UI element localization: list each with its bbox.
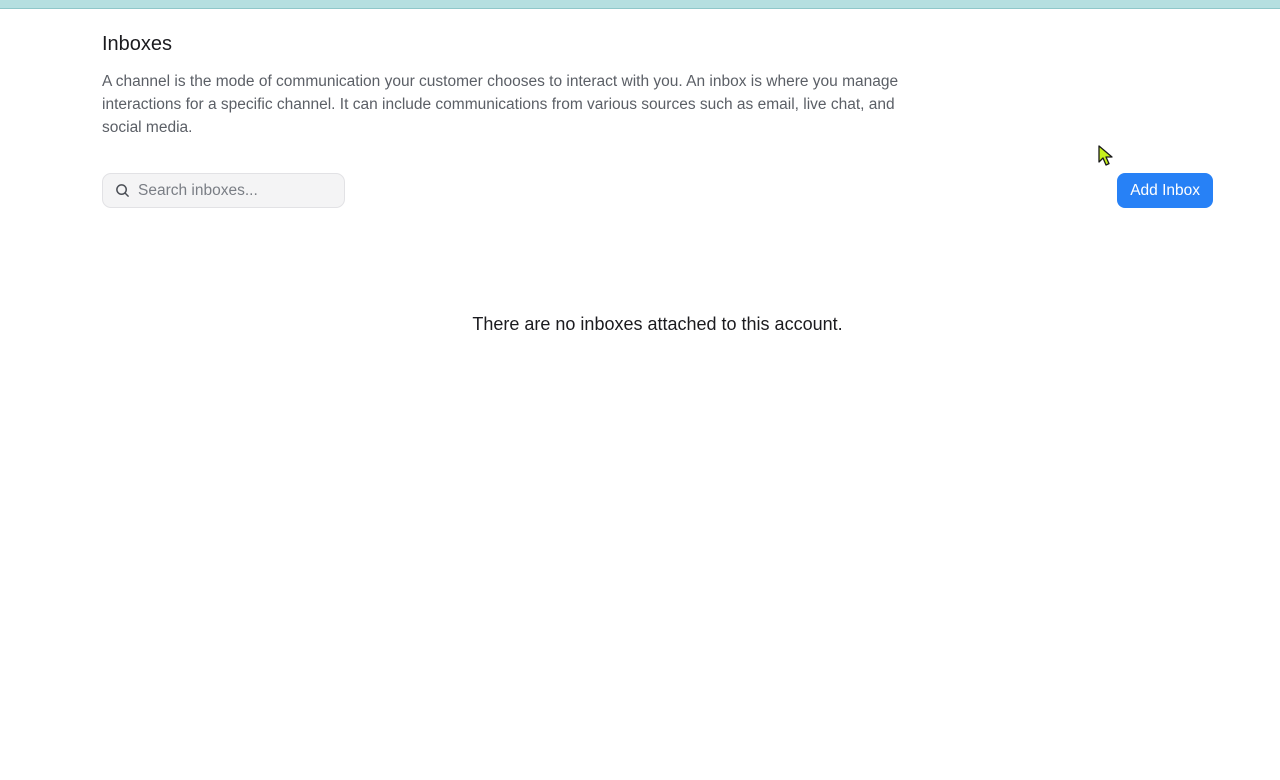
add-inbox-button[interactable]: Add Inbox [1117, 173, 1213, 208]
search-box[interactable] [102, 173, 345, 208]
search-icon [114, 183, 130, 199]
toolbar: Add Inbox [102, 173, 1213, 208]
mouse-cursor-icon [1098, 145, 1114, 167]
page-description: A channel is the mode of communication y… [102, 73, 899, 136]
page-title: Inboxes [102, 33, 173, 55]
search-input[interactable] [138, 181, 338, 200]
top-band [0, 0, 1280, 9]
empty-state-message: There are no inboxes attached to this ac… [472, 314, 843, 334]
